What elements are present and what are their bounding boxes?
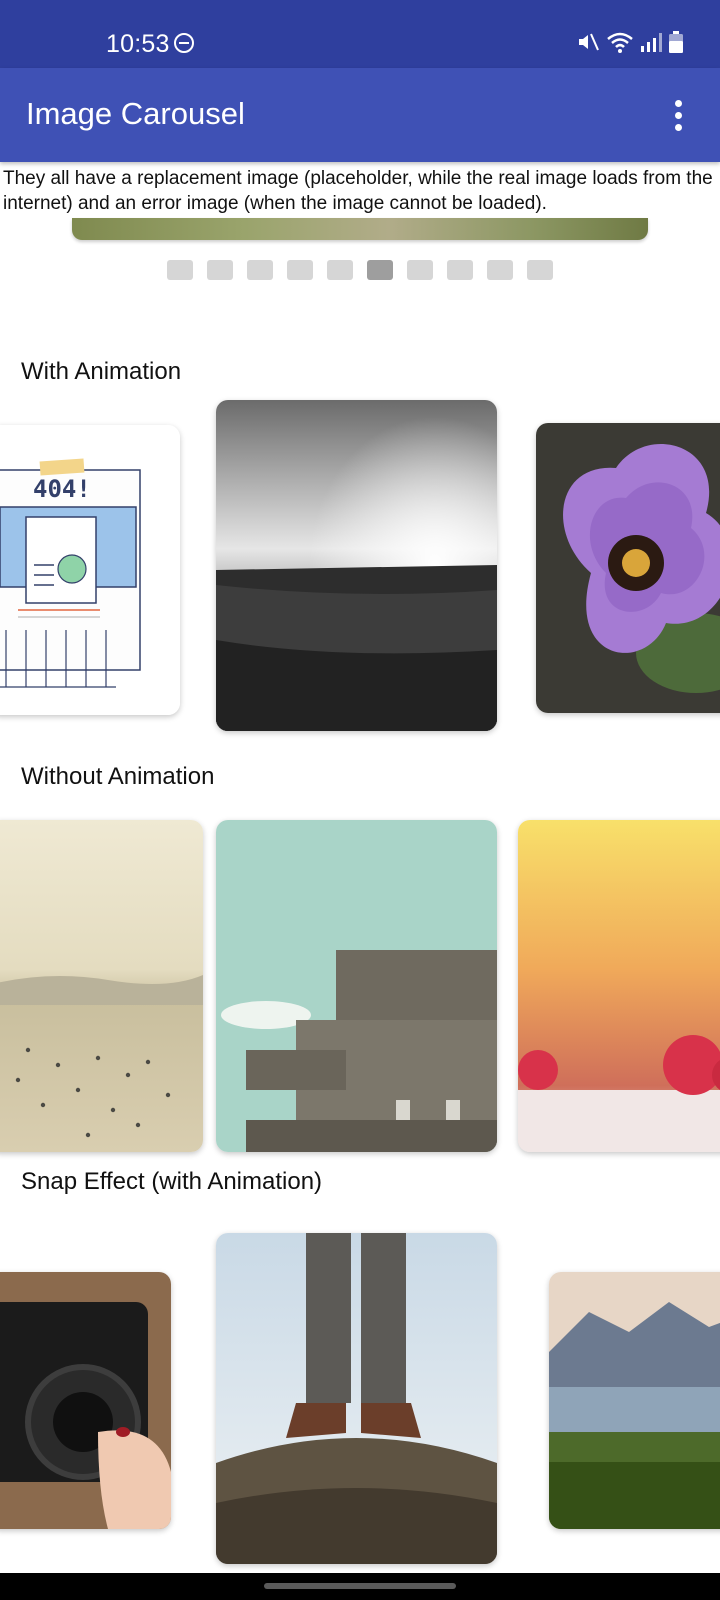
carousel-indicator-dot[interactable] [327,260,353,280]
carousel-indicator-dot[interactable] [447,260,473,280]
carousel-indicator-dot[interactable] [287,260,313,280]
boots-rock-image[interactable] [216,1233,497,1564]
lake-mountains-image[interactable] [549,1272,720,1529]
concrete-bunker-image[interactable] [216,820,497,1152]
carousel-indicator-dot[interactable] [407,260,433,280]
foggy-beach-image[interactable] [0,820,203,1152]
description-text: They all have a replacement image (place… [3,168,713,214]
status-icons [576,30,684,54]
signal-icon [641,33,662,52]
purple-flower-image[interactable] [536,423,720,713]
status-bar: 10:53 [0,0,720,68]
carousel-indicator-dot[interactable] [527,260,553,280]
camera-hand-image[interactable] [0,1272,171,1529]
wifi-icon [607,32,633,53]
carousel-indicator-dot[interactable] [167,260,193,280]
section-title-with-animation: With Animation [21,358,182,385]
error-404-image[interactable]: 404! [0,425,180,715]
app-title: Image Carousel [26,96,245,131]
do-not-disturb-icon [174,33,194,53]
carousel-indicator-dot[interactable] [207,260,233,280]
app-bar: Image Carousel [0,68,720,162]
mute-icon [579,33,599,51]
carousel-indicator [167,260,553,280]
section-title-without-animation: Without Animation [21,763,215,790]
error-404-text: 404! [33,475,91,503]
bw-sunset-field-image[interactable] [216,400,497,731]
carousel-indicator-dot[interactable] [247,260,273,280]
top-carousel-card[interactable] [72,218,648,240]
raspberries-image[interactable] [518,820,720,1152]
system-nav-bar [0,1573,720,1600]
home-gesture-handle[interactable] [264,1583,456,1589]
section-title-snap-effect: Snap Effect (with Animation) [21,1168,323,1195]
battery-icon [669,31,683,53]
more-vert-icon[interactable] [666,98,690,132]
carousel-indicator-dot[interactable] [487,260,513,280]
carousel-indicator-dot[interactable] [367,260,393,280]
status-time: 10:53 [106,30,170,58]
